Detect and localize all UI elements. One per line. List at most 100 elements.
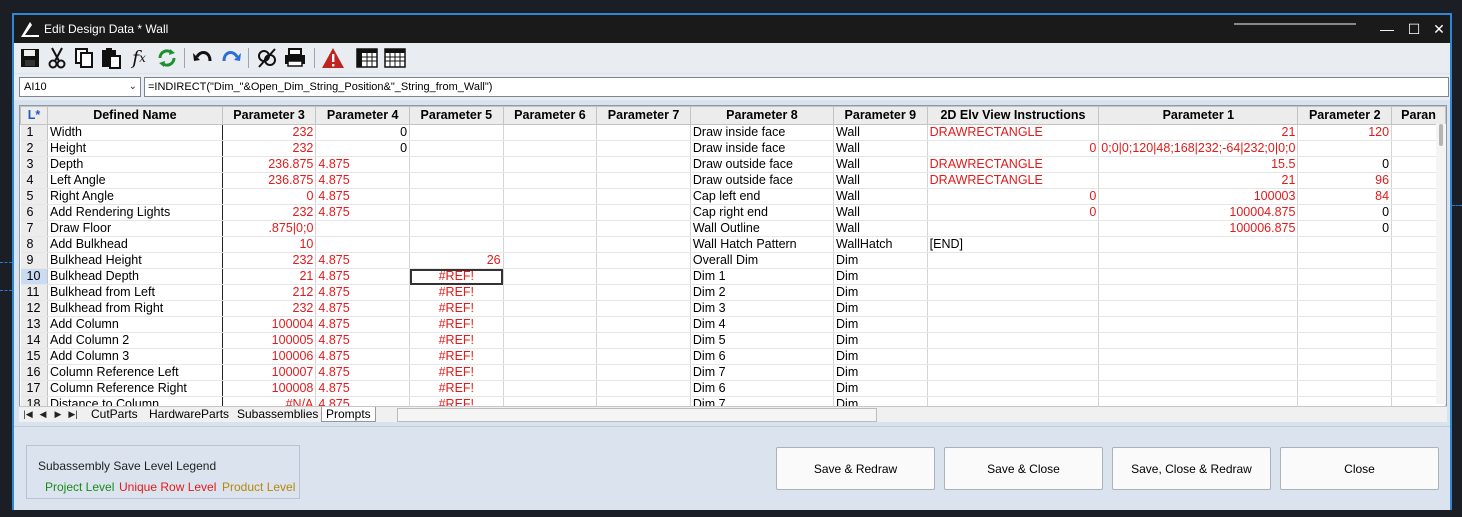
cell-parameter-7[interactable] — [596, 284, 691, 301]
tab-subassemblies[interactable]: Subassemblies — [233, 407, 322, 422]
cell-parameter-6[interactable] — [503, 300, 598, 317]
cell-parameter-4[interactable]: 4.875 — [315, 172, 411, 189]
grid-corner[interactable]: L* — [20, 106, 48, 125]
cell-parameter-1[interactable] — [1098, 300, 1299, 317]
cell-parameter-3[interactable]: 100006 — [222, 348, 317, 365]
cell-reference-dropdown[interactable]: AI10 ⌄ — [19, 77, 141, 97]
cell-2d-elv-view-instructions[interactable] — [927, 380, 1100, 397]
cell-parameter-1[interactable] — [1098, 364, 1299, 381]
cell-parameter-3[interactable]: 232 — [222, 300, 317, 317]
warning-icon[interactable] — [320, 46, 346, 70]
cell-parameter-4[interactable]: 4.875 — [315, 364, 411, 381]
horizontal-scrollbar[interactable] — [397, 408, 877, 422]
cell-parameter-1[interactable]: 100003 — [1098, 188, 1299, 205]
cell-parameter-4[interactable]: 4.875 — [315, 252, 411, 269]
cell-parameter-2[interactable] — [1297, 316, 1393, 333]
cell-parameter-9[interactable]: Dim — [833, 300, 928, 317]
column-header[interactable]: Defined Name — [47, 106, 223, 125]
cell-parameter-9[interactable]: Wall — [833, 220, 928, 237]
cell-2d-elv-view-instructions[interactable] — [927, 300, 1100, 317]
cell-parameter-2[interactable]: 96 — [1297, 172, 1393, 189]
column-header[interactable]: Parameter 4 — [315, 106, 411, 125]
cell-parameter-8[interactable]: Dim 6 — [690, 348, 835, 365]
cell-parameter-7[interactable] — [596, 380, 691, 397]
cell-parameter-5[interactable]: #REF! — [409, 300, 504, 317]
cell-parameter-8[interactable]: Dim 6 — [690, 380, 835, 397]
cell-defined-name[interactable]: Add Column 3 — [47, 348, 223, 365]
cell-parameter-4[interactable]: 4.875 — [315, 188, 411, 205]
previous-sheet-icon[interactable]: ◀ — [37, 408, 49, 421]
grid-icon[interactable] — [354, 46, 380, 70]
cell-parameter-6[interactable] — [503, 188, 598, 205]
cell-parameter-6[interactable] — [503, 124, 598, 141]
cell-parameter-8[interactable]: Wall Hatch Pattern — [690, 236, 835, 253]
column-header[interactable]: Parameter 8 — [689, 106, 835, 125]
cell-parameter-1[interactable]: 15.5 — [1098, 156, 1299, 173]
cell-parameter-5[interactable]: #REF! — [409, 380, 504, 397]
cell-parameter-1[interactable] — [1098, 236, 1299, 253]
cell-2d-elv-view-instructions[interactable] — [927, 364, 1100, 381]
cell-parameter-7[interactable] — [596, 348, 691, 365]
cell-parameter-2[interactable]: 0 — [1297, 204, 1393, 221]
cell-parameter-2[interactable]: 84 — [1297, 188, 1393, 205]
cell-defined-name[interactable]: Add Column 2 — [47, 332, 223, 349]
cell-parameter-2[interactable] — [1297, 268, 1393, 285]
cell-parameter-1[interactable] — [1098, 252, 1299, 269]
cell-parameter-6[interactable] — [503, 380, 598, 397]
row-number[interactable]: 5 — [20, 188, 48, 205]
cell-parameter-2[interactable] — [1297, 348, 1393, 365]
cell-parameter-3[interactable]: .875|0;0 — [222, 220, 317, 237]
cell-parameter-3[interactable]: 100008 — [222, 380, 317, 397]
column-header[interactable]: Paran — [1391, 106, 1446, 125]
tab-cutparts[interactable]: CutParts — [87, 407, 142, 422]
cell-parameter-4[interactable]: 4.875 — [315, 268, 411, 285]
horizontal-scroll-thumb[interactable] — [1234, 23, 1356, 25]
cell-parameter-6[interactable] — [503, 220, 598, 237]
cell-parameter-6[interactable] — [503, 156, 598, 173]
cell-parameter-2[interactable] — [1297, 284, 1393, 301]
cell-parameter-9[interactable]: Wall — [833, 204, 928, 221]
cell-2d-elv-view-instructions[interactable]: DRAWRECTANGLE — [927, 124, 1100, 141]
cell-parameter-4[interactable]: 4.875 — [315, 284, 411, 301]
cell-parameter-8[interactable]: Dim 2 — [690, 284, 835, 301]
row-number[interactable]: 11 — [20, 284, 48, 301]
cell-parameter-6[interactable] — [503, 364, 598, 381]
cell-parameter-7[interactable] — [596, 220, 691, 237]
cell-parameter-2[interactable] — [1297, 300, 1393, 317]
cell-parameter-1[interactable] — [1098, 284, 1299, 301]
cell-parameter-4[interactable]: 0 — [315, 140, 411, 157]
cell-parameter-7[interactable] — [596, 140, 691, 157]
cell-parameter-7[interactable] — [596, 188, 691, 205]
cell-parameter-4[interactable]: 4.875 — [315, 348, 411, 365]
cell-parameter-7[interactable] — [596, 332, 691, 349]
tab-prompts[interactable]: Prompts — [321, 407, 376, 422]
function-icon[interactable]: fx — [126, 46, 152, 70]
save-close-button[interactable]: Save & Close — [944, 447, 1103, 490]
cell-parameter-4[interactable] — [315, 220, 411, 237]
grid-lines-icon[interactable] — [382, 46, 408, 70]
row-number[interactable]: 7 — [20, 220, 48, 237]
first-sheet-icon[interactable]: |◀ — [22, 408, 34, 421]
cell-parameter-4[interactable]: 0 — [315, 124, 411, 141]
cell-parameter-7[interactable] — [596, 316, 691, 333]
cell-parameter-7[interactable] — [596, 156, 691, 173]
minimize-button[interactable]: — — [1376, 19, 1398, 39]
cell-parameter-8[interactable]: Dim 7 — [690, 364, 835, 381]
cell-parameter-3[interactable]: 0 — [222, 188, 317, 205]
cell-parameter-8[interactable]: Draw inside face — [690, 140, 835, 157]
cell-parameter-3[interactable]: 232 — [222, 140, 317, 157]
cell-defined-name[interactable]: Depth — [47, 156, 223, 173]
printer-icon[interactable] — [282, 46, 308, 70]
cell-parameter-9[interactable]: Dim — [833, 348, 928, 365]
cell-parameter-9[interactable]: Dim — [833, 380, 928, 397]
cell-parameter-3[interactable]: 100005 — [222, 332, 317, 349]
cell-defined-name[interactable]: Bulkhead Height — [47, 252, 223, 269]
row-number[interactable]: 10 — [20, 268, 48, 285]
row-number[interactable]: 15 — [20, 348, 48, 365]
cell-parameter-2[interactable]: 0 — [1297, 156, 1393, 173]
maximize-button[interactable]: ☐ — [1403, 19, 1425, 39]
cell-parameter-5[interactable] — [409, 204, 504, 221]
cut-icon[interactable] — [44, 46, 70, 70]
cell-parameter-4[interactable]: 4.875 — [315, 204, 411, 221]
cell-parameter-2[interactable] — [1297, 380, 1393, 397]
